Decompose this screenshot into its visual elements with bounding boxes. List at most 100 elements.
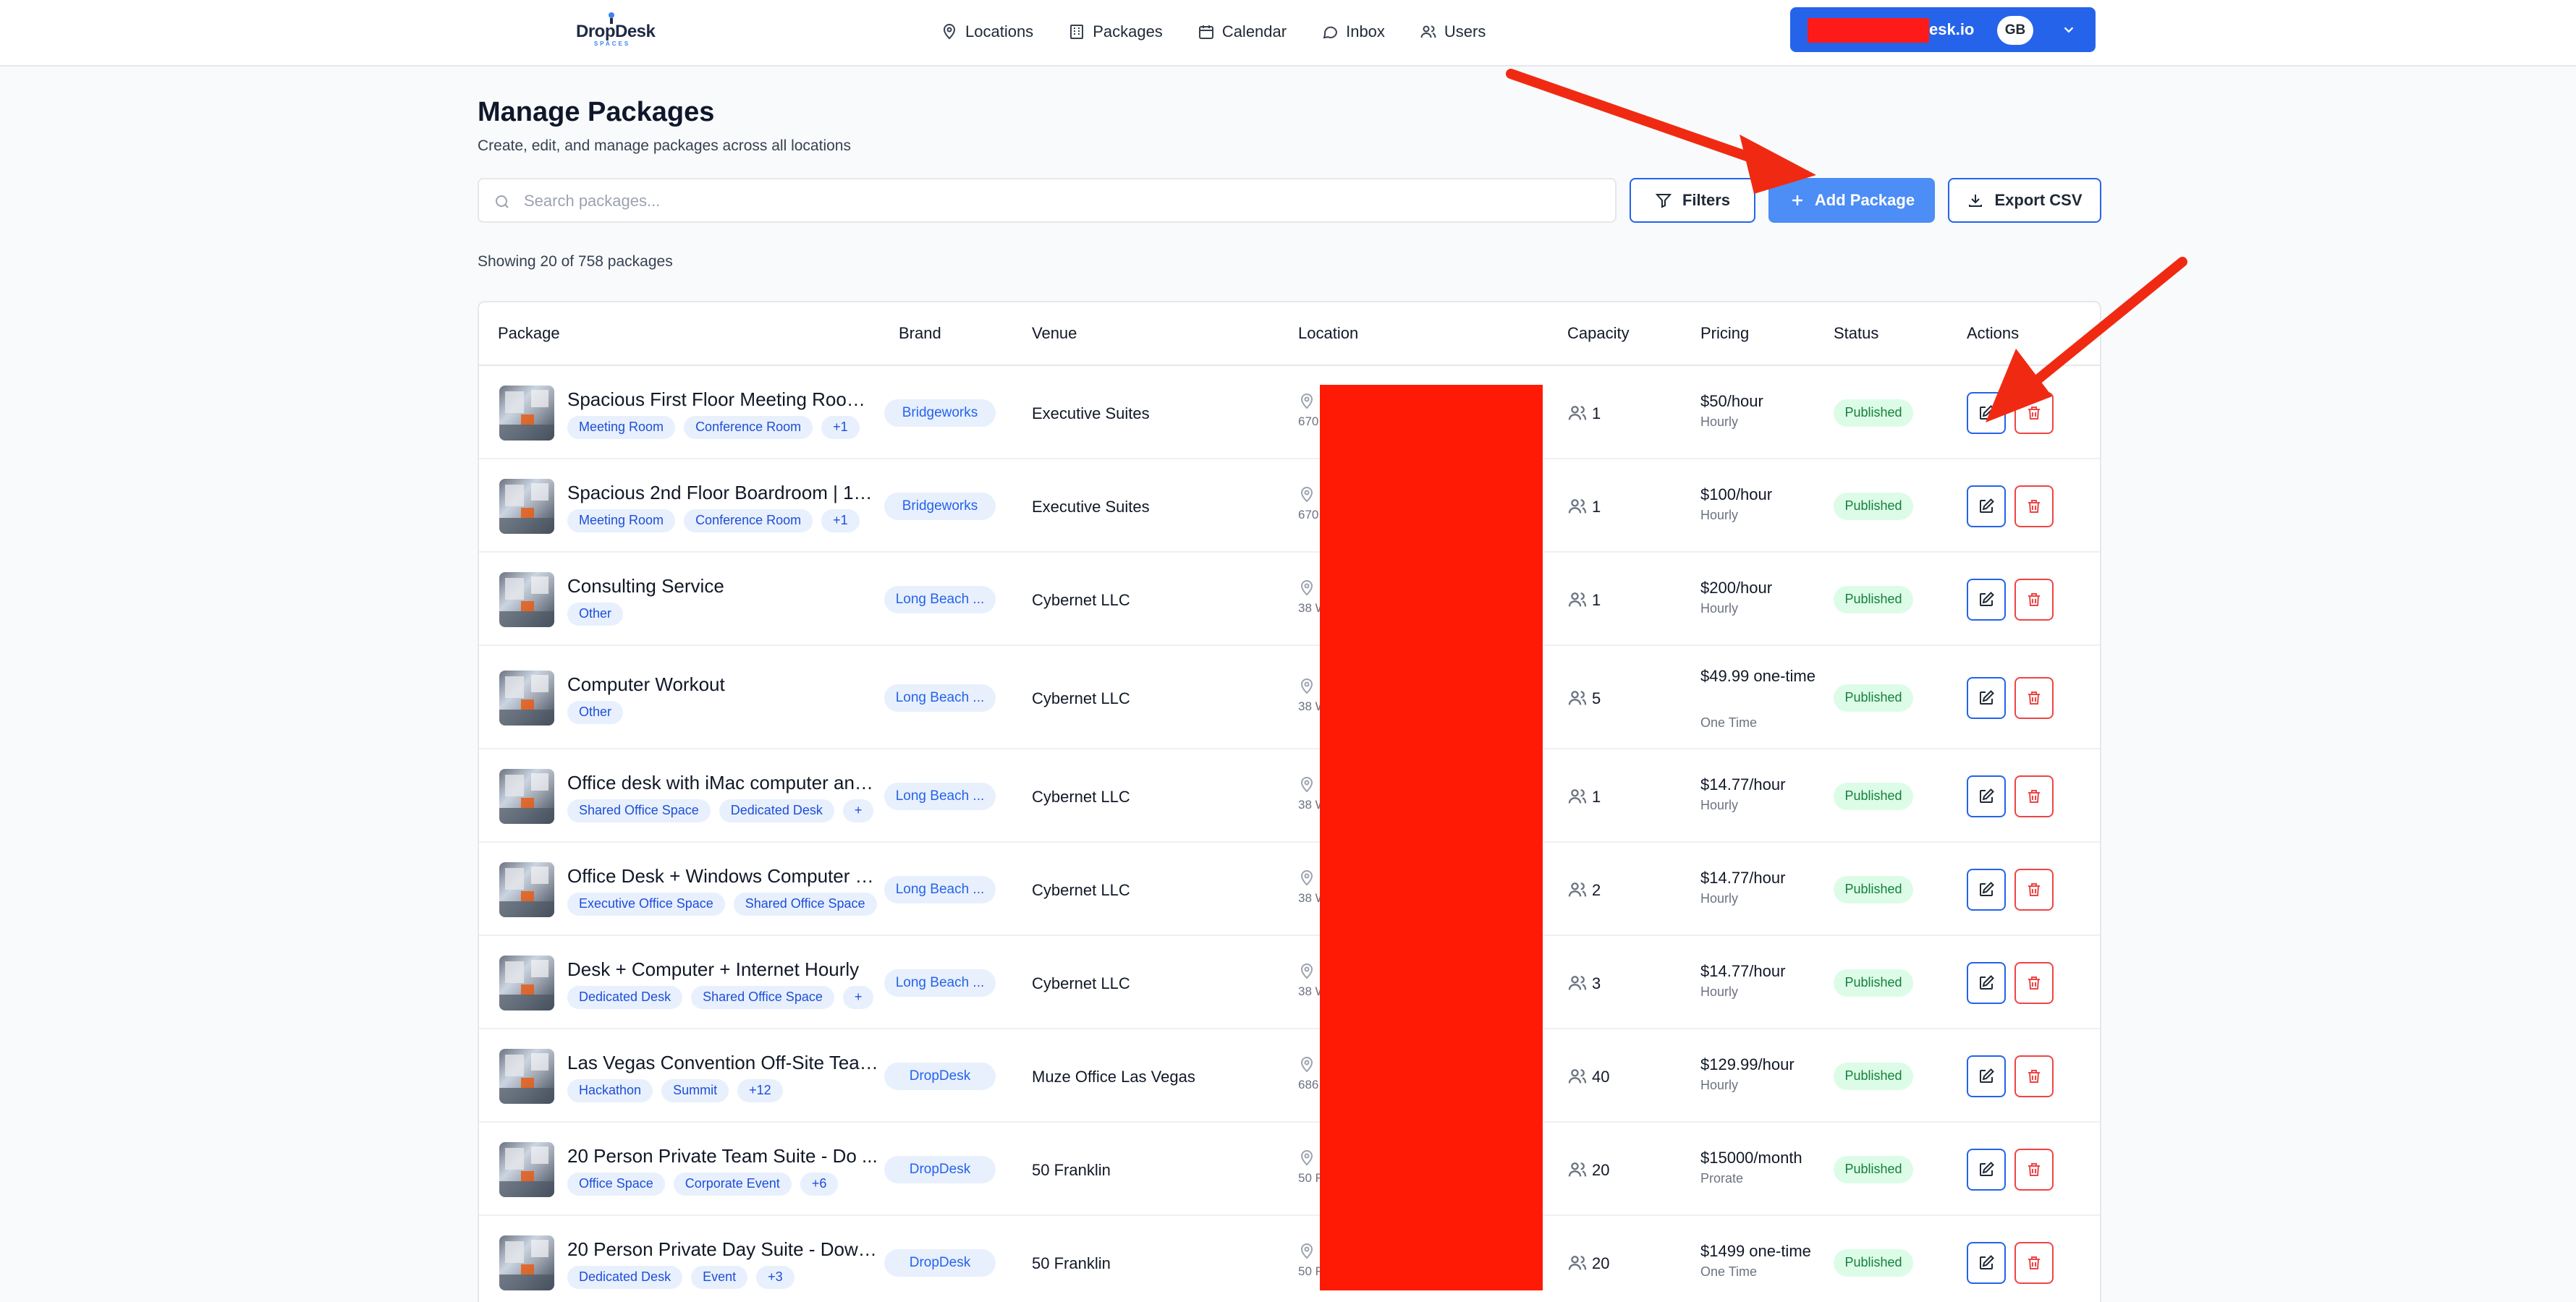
delete-package-button[interactable] (2014, 1148, 2054, 1191)
price-value: $14.77/hour (1700, 775, 1786, 793)
pricing-period: Hourly (1700, 890, 1739, 906)
package-tag: +12 (737, 1078, 783, 1102)
location-pin (1298, 393, 1315, 410)
edit-package-button[interactable] (1967, 1055, 2006, 1097)
package-tag: + (842, 985, 874, 1009)
delete-package-button[interactable] (2014, 1055, 2054, 1097)
trash-icon (2028, 691, 2040, 705)
package-tag: Other (567, 700, 624, 724)
table-row[interactable]: Las Vegas Convention Off-Site Team ... H… (479, 1029, 2100, 1123)
edit-package-button[interactable] (1967, 868, 2006, 911)
delete-package-button[interactable] (2014, 485, 2054, 527)
package-name[interactable]: Consulting Service (567, 575, 878, 597)
dropdesk-logo[interactable]: DropDesk SPACES (576, 12, 656, 52)
edit-package-button[interactable] (1967, 676, 2006, 719)
column-header-location[interactable]: Location (1298, 324, 1358, 343)
map-pin-icon (1300, 776, 1313, 792)
package-tags: Meeting Room Conference Room +1 (567, 509, 880, 534)
map-pin-icon (1300, 1056, 1313, 1072)
table-row[interactable]: Office Desk + Windows Computer + ... Exe… (479, 843, 2100, 936)
edit-package-button[interactable] (1967, 961, 2006, 1004)
location-text: 670 (1298, 414, 1319, 428)
package-tag: +1 (821, 509, 860, 532)
capacity-value: 2 (1592, 880, 1601, 899)
table-row[interactable]: Office desk with iMac computer and ... S… (479, 749, 2100, 843)
brand-label: Long Beach ... (895, 591, 985, 607)
package-tag: Executive Office Space (567, 892, 725, 916)
status-badge: Published (1834, 969, 1913, 997)
capacity-icon (1567, 590, 1588, 610)
package-tags: Dedicated Desk Event +3 (567, 1265, 880, 1290)
edit-package-button[interactable] (1967, 391, 2006, 434)
table-row[interactable]: 20 Person Private Day Suite - Dow ... De… (479, 1216, 2100, 1302)
table-row[interactable]: Consulting Service Other Long Beach ... … (479, 553, 2100, 646)
location-pin (1298, 678, 1315, 695)
arrow-to-add-package (1506, 69, 1816, 194)
map-pin-icon (1300, 486, 1313, 502)
nav-users[interactable]: Users (1420, 17, 1486, 46)
table-row[interactable]: 20 Person Private Team Suite - Do ... Of… (479, 1123, 2100, 1216)
search-box[interactable] (478, 178, 1617, 223)
delete-package-button[interactable] (2014, 1241, 2054, 1284)
trash-icon (2028, 1162, 2040, 1176)
package-name[interactable]: Desk + Computer + Internet Hourly (567, 958, 878, 981)
package-name[interactable]: Office desk with iMac computer and ... (567, 772, 878, 794)
delete-package-button[interactable] (2014, 961, 2054, 1004)
delete-package-button[interactable] (2014, 868, 2054, 911)
package-name[interactable]: Office Desk + Windows Computer + ... (567, 865, 878, 888)
user-menu-button[interactable]: esk.io GB (1790, 7, 2096, 52)
package-tag: Meeting Room (567, 415, 676, 439)
package-tag: +1 (821, 415, 860, 439)
status-badge: Published (1834, 585, 1913, 613)
nav-packages[interactable]: Packages (1068, 17, 1163, 46)
package-name[interactable]: Computer Workout (567, 673, 878, 696)
capacity-users-icon (1568, 405, 1587, 420)
edit-package-button[interactable] (1967, 1241, 2006, 1284)
edit-icon (1980, 498, 1994, 513)
edit-package-button[interactable] (1967, 775, 2006, 817)
user-email: esk.io (1929, 20, 1975, 38)
edit-package-button[interactable] (1967, 1148, 2006, 1191)
delete-package-button[interactable] (2014, 578, 2054, 621)
package-name[interactable]: 20 Person Private Team Suite - Do ... (567, 1145, 878, 1167)
package-name[interactable]: Las Vegas Convention Off-Site Team ... (567, 1052, 878, 1074)
capacity-icon (1567, 1253, 1588, 1273)
column-header-pricing[interactable]: Pricing (1700, 324, 1749, 343)
brand-label: Bridgeworks (902, 498, 978, 514)
edit-package-button[interactable] (1967, 578, 2006, 621)
table-row[interactable]: Desk + Computer + Internet Hourly Dedica… (479, 936, 2100, 1029)
search-input[interactable] (524, 187, 1602, 216)
table-row[interactable]: Computer Workout Other Long Beach ... Cy… (479, 646, 2100, 749)
add-package-button[interactable]: Add Package (1768, 178, 1935, 223)
column-header-package[interactable]: Package (498, 324, 560, 343)
price-value: $1499 one-time (1700, 1241, 1811, 1260)
filters-button[interactable]: Filters (1630, 178, 1755, 223)
filters-label: Filters (1682, 191, 1731, 209)
table-row[interactable]: Spacious 2nd Floor Boardroom | 10 ... Me… (479, 459, 2100, 553)
edit-icon (1980, 689, 1994, 705)
column-header-capacity[interactable]: Capacity (1567, 324, 1630, 343)
package-name[interactable]: Spacious First Floor Meeting Room | 10 .… (567, 388, 878, 411)
package-name[interactable]: 20 Person Private Day Suite - Dow ... (567, 1238, 878, 1261)
pricing-period: Hourly (1700, 600, 1739, 616)
delete-package-button[interactable] (2014, 391, 2054, 434)
nav-inbox[interactable]: Inbox (1321, 17, 1385, 46)
location-pin (1298, 486, 1315, 503)
trash-icon (2028, 406, 2040, 420)
export-csv-button[interactable]: Export CSV (1948, 178, 2101, 223)
brand-label: Long Beach ... (895, 689, 985, 705)
brand-label: DropDesk (909, 1161, 971, 1177)
nav-calendar[interactable]: Calendar (1198, 17, 1287, 46)
column-header-venue[interactable]: Venue (1032, 324, 1077, 343)
delete-package-button[interactable] (2014, 775, 2054, 817)
table-row[interactable]: Spacious First Floor Meeting Room | 10 .… (479, 366, 2100, 459)
column-header-brand[interactable]: Brand (899, 324, 941, 343)
results-count: Showing 20 of 758 packages (478, 253, 673, 270)
capacity-users-icon (1568, 882, 1587, 896)
delete-package-button[interactable] (2014, 676, 2054, 719)
package-name[interactable]: Spacious 2nd Floor Boardroom | 10 ... (567, 482, 878, 504)
nav-locations[interactable]: Locations (941, 17, 1033, 46)
edit-package-button[interactable] (1967, 485, 2006, 527)
column-header-status[interactable]: Status (1834, 324, 1878, 343)
location-pin (1298, 579, 1315, 597)
